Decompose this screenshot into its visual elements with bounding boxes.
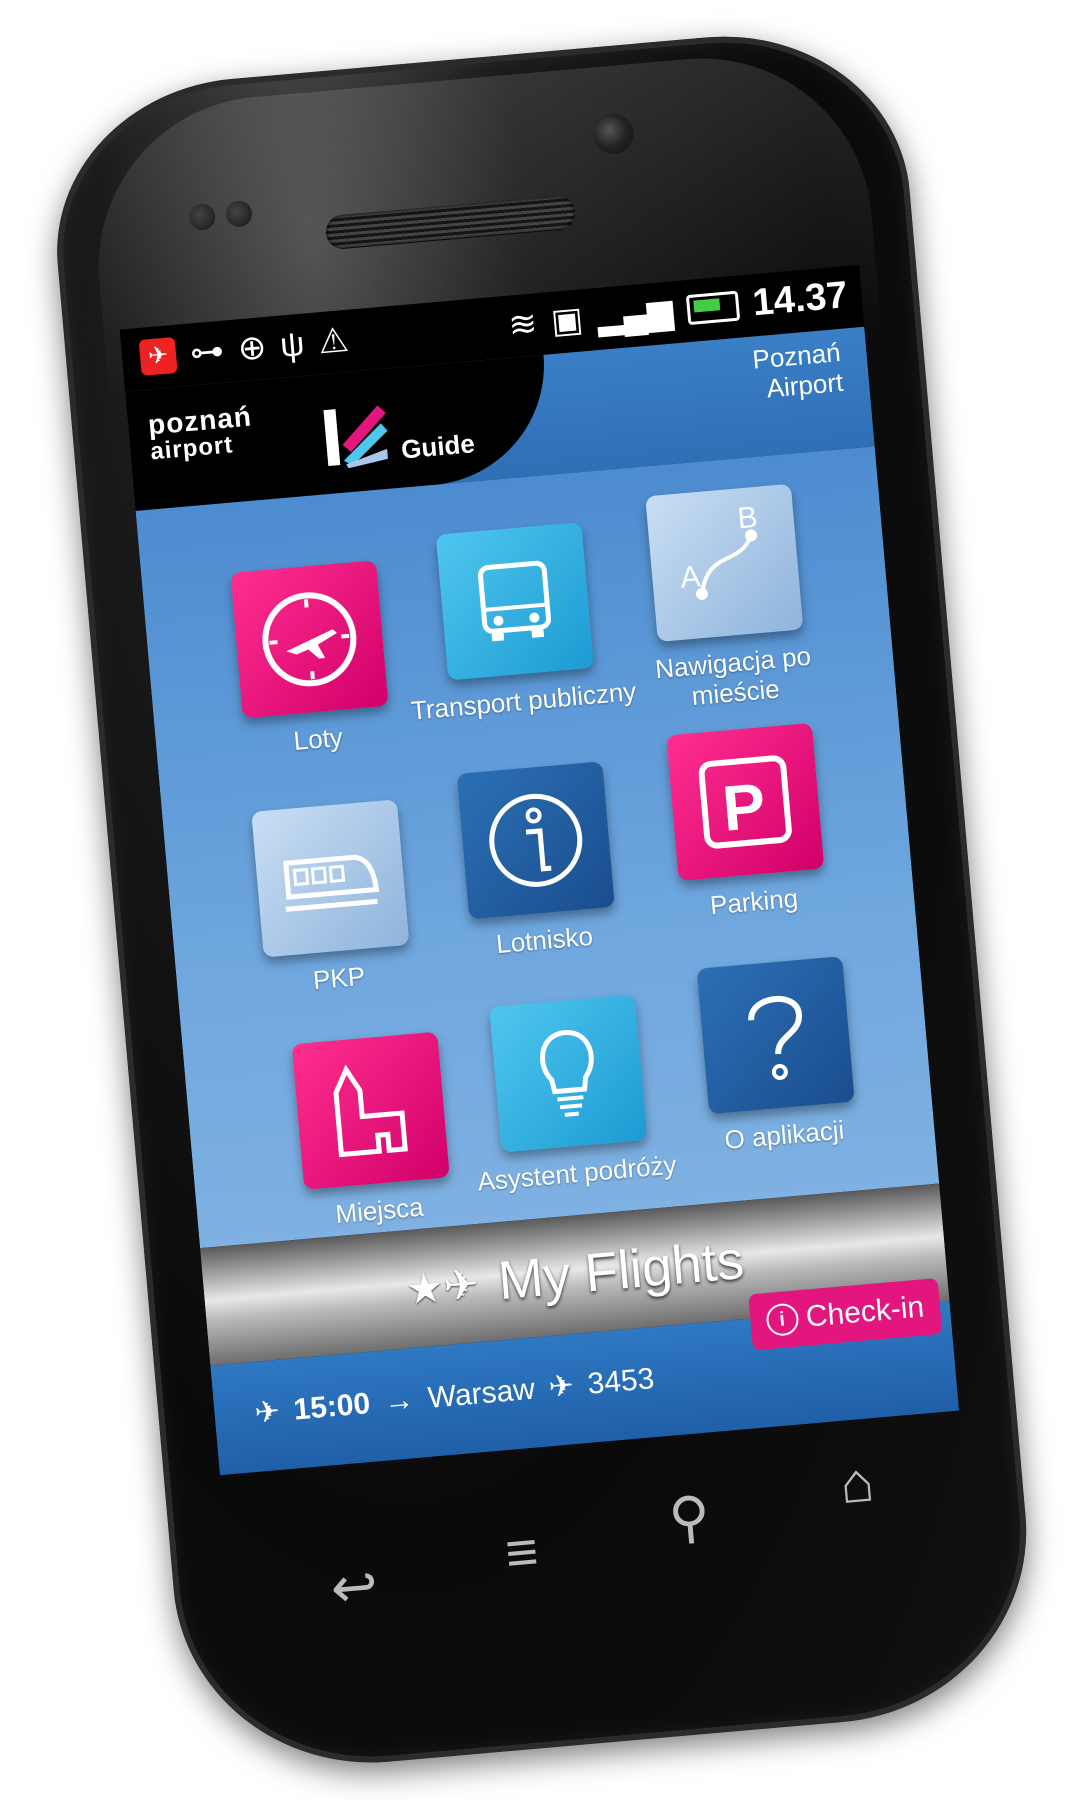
flight-destination: Warsaw [426, 1372, 537, 1415]
my-flights-content: ★✈ My Flights [403, 1229, 746, 1320]
poznan-airport-link[interactable]: Poznań Airport [751, 337, 844, 404]
tile-label: PKP [311, 960, 367, 996]
sync-icon: ▣ [549, 299, 585, 341]
tile-o-aplikacji[interactable]: O aplikacji [650, 952, 905, 1160]
header-link-line2: Airport [765, 366, 845, 404]
tile-nawigacja-po-miescie[interactable]: A B Nawigacja po mieście [598, 480, 856, 718]
battery-icon [685, 290, 741, 325]
church-icon [291, 1031, 450, 1190]
clock-plane-icon [230, 560, 389, 719]
route-a-b-icon: A B [645, 483, 804, 642]
phone-device: ✈ ⊶ ⊕ ψ ⚠ ≋ ▣ ▂▄▆ 14.37 poznań airport G… [42, 20, 1043, 1780]
train-icon [251, 799, 410, 958]
bus-icon [435, 522, 594, 681]
tile-label: Lotnisko [494, 920, 595, 960]
question-icon [696, 956, 855, 1115]
airport-app-icon: ✈ [138, 336, 178, 376]
screen: ✈ ⊶ ⊕ ψ ⚠ ≋ ▣ ▂▄▆ 14.37 poznań airport G… [119, 265, 960, 1476]
home-icon[interactable]: ⌂ [815, 1449, 900, 1515]
departure-icon: ✈ [253, 1394, 282, 1430]
tile-label: Asystent podróży [476, 1149, 678, 1197]
check-in-label: Check-in [804, 1290, 926, 1334]
search-icon[interactable]: ⚲ [647, 1484, 732, 1550]
lightbulb-icon [489, 994, 648, 1153]
download-icon: ⊕ [236, 328, 268, 369]
usb-icon: ψ [278, 324, 307, 365]
flight-number: 3453 [586, 1361, 656, 1401]
tile-label: Transport publiczny [409, 676, 638, 726]
tile-label: O aplikacji [723, 1114, 846, 1155]
svg-text:B: B [736, 503, 759, 535]
arrow-icon: → [382, 1382, 416, 1419]
info-icon [456, 761, 615, 920]
notification-icons: ✈ ⊶ ⊕ ψ ⚠ [138, 320, 350, 378]
warning-icon: ⚠ [316, 320, 351, 362]
signal-icon: ▂▄▆ [595, 291, 675, 337]
key-icon: ⊶ [188, 331, 226, 373]
svg-text:P: P [720, 769, 769, 844]
parking-icon: P [666, 722, 825, 882]
flight-time: 15:00 [292, 1386, 372, 1427]
svg-text:A: A [679, 560, 702, 595]
tile-label: Loty [292, 721, 344, 757]
stage: ✈ ⊶ ⊕ ψ ⚠ ≋ ▣ ▂▄▆ 14.37 poznań airport G… [0, 0, 1085, 1800]
logo-mark-icon [323, 405, 388, 469]
my-flights-label: My Flights [495, 1229, 747, 1312]
poznan-airport-logo: poznań airport Guide [147, 401, 476, 469]
logo-guide-text: Guide [399, 428, 476, 465]
tile-parking[interactable]: P Parking [619, 719, 874, 927]
tile-label: Parking [708, 882, 800, 921]
tile-label: Nawigacja po mieście [653, 640, 813, 712]
back-icon[interactable]: ↩ [312, 1553, 397, 1620]
clock: 14.37 [750, 274, 850, 325]
plane-icon: ✈ [547, 1369, 576, 1405]
wifi-icon: ≋ [507, 303, 539, 345]
info-circle-icon: i [764, 1302, 800, 1338]
menu-icon[interactable]: ≡ [479, 1519, 564, 1585]
main-menu-grid: Loty Transport publiczny A B Nawigacja p… [135, 446, 940, 1249]
flight-info-row: ✈ 15:00 → Warsaw ✈ 3453 [253, 1361, 656, 1431]
star-plane-icon: ★✈ [403, 1259, 481, 1313]
